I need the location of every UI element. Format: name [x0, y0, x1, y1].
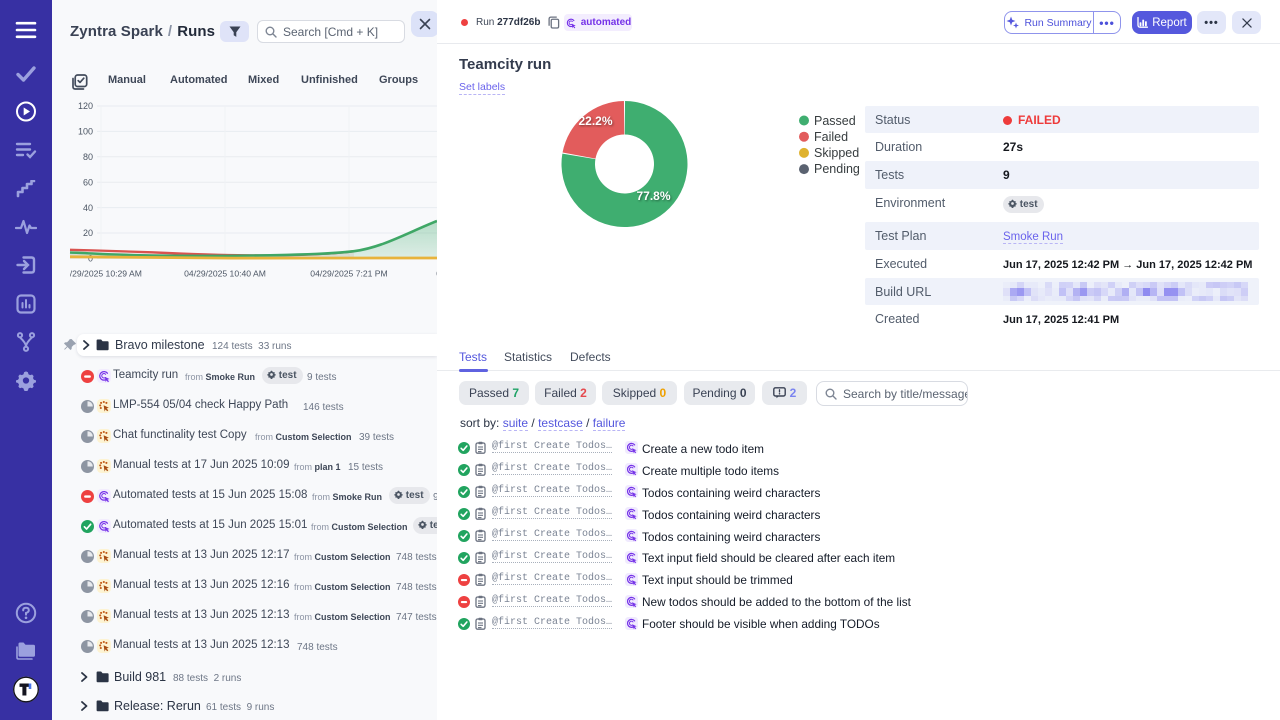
svg-text:04/29/2025 10:29 AM: 04/29/2025 10:29 AM [60, 269, 142, 279]
svg-text:Skipped: Skipped [814, 146, 859, 160]
svg-text:120: 120 [78, 101, 93, 111]
svg-text:Failed: Failed [814, 130, 848, 144]
svg-text:77.8%: 77.8% [636, 189, 670, 203]
svg-text:40: 40 [83, 203, 93, 213]
svg-text:Pending: Pending [814, 162, 860, 176]
svg-text:Passed: Passed [814, 114, 856, 128]
svg-text:04/29/2025 7:21 PM: 04/29/2025 7:21 PM [310, 269, 387, 279]
svg-text:80: 80 [83, 152, 93, 162]
svg-text:60: 60 [83, 177, 93, 187]
svg-text:100: 100 [78, 127, 93, 137]
svg-text:04/29/2025 10:40 AM: 04/29/2025 10:40 AM [184, 269, 266, 279]
svg-text:22.2%: 22.2% [578, 114, 612, 128]
svg-text:20: 20 [83, 228, 93, 238]
